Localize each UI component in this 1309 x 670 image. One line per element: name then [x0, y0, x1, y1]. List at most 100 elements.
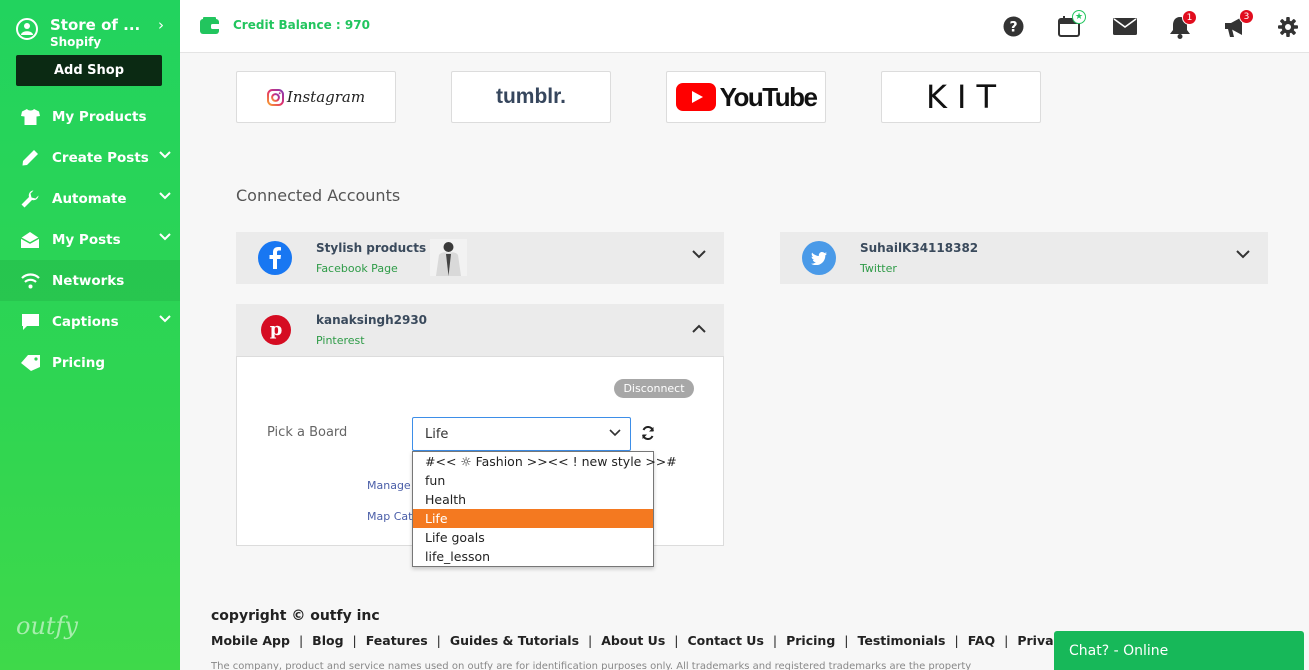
chevron-down-icon[interactable] [692, 250, 706, 259]
chevron-down-icon [159, 192, 171, 200]
footer-link-testimonials[interactable]: Testimonials [857, 633, 945, 648]
shirt-icon [20, 107, 40, 127]
sidebar-item-label: My Products [52, 108, 147, 125]
footer-link-contact[interactable]: Contact Us [687, 633, 763, 648]
footer-link-privacy[interactable]: Privacy [1017, 633, 1059, 648]
refresh-icon[interactable] [641, 426, 655, 440]
footer-link-guides[interactable]: Guides & Tutorials [450, 633, 579, 648]
store-switcher[interactable]: Store of ... Shopify › [14, 14, 174, 52]
board-option[interactable]: #<< ☼ Fashion >><< ! new style >># [413, 452, 677, 471]
tag-icon [20, 353, 40, 373]
account-facebook: Stylish products Facebook Page [236, 232, 724, 284]
pinterest-icon: p [261, 315, 291, 345]
board-options-list: #<< ☼ Fashion >><< ! new style >># fun H… [412, 451, 677, 567]
kit-wordmark: KIT [926, 78, 1006, 116]
manage-link[interactable]: Manage [367, 479, 411, 492]
sidebar-item-label: Create Posts [52, 149, 149, 166]
footer-link-blog[interactable]: Blog [312, 633, 343, 648]
facebook-icon [258, 241, 292, 275]
sidebar: Store of ... Shopify › Add Shop My Produ… [0, 0, 180, 670]
footer-separator: | [352, 633, 357, 648]
credit-balance: Credit Balance : 970 [233, 18, 370, 32]
footer-links: Mobile App | Blog | Features | Guides & Tutori… [211, 633, 1059, 648]
add-shop-button[interactable]: Add Shop [16, 55, 162, 86]
sidebar-item-create-posts[interactable]: Create Posts [0, 137, 180, 178]
top-bar: Credit Balance : 970 ? ★ 1 3 [180, 0, 1309, 53]
footer-link-faq[interactable]: FAQ [968, 633, 995, 648]
sidebar-item-networks[interactable]: Networks [0, 260, 180, 301]
chevron-up-icon[interactable] [692, 324, 706, 333]
footer-separator: | [588, 633, 593, 648]
board-option[interactable]: Health [413, 490, 653, 509]
account-pinterest: p kanaksingh2930 Pinterest [236, 304, 724, 356]
notifications-icon[interactable]: 1 [1169, 10, 1197, 43]
map-categories-link[interactable]: Map Cat [367, 510, 412, 523]
star-badge-icon: ★ [1072, 10, 1086, 24]
account-name: Stylish products [316, 241, 427, 255]
announcements-count: 3 [1239, 9, 1254, 24]
footer-link-about[interactable]: About Us [601, 633, 665, 648]
account-type: Twitter [860, 262, 897, 275]
footer-separator: | [844, 633, 849, 648]
instagram-icon [266, 88, 284, 106]
youtube-network-card[interactable]: YouTube [666, 71, 826, 123]
board-option[interactable]: life_lesson [413, 547, 653, 566]
announcements-icon[interactable]: 3 [1223, 9, 1254, 42]
board-select[interactable]: Life [412, 417, 631, 451]
sidebar-item-automate[interactable]: Automate [0, 178, 180, 219]
instagram-network-card[interactable]: Instagram [236, 71, 396, 123]
chevron-down-icon [159, 315, 171, 323]
chevron-down-icon [159, 151, 171, 159]
wrench-icon [20, 189, 40, 209]
disconnect-button[interactable]: Disconnect [614, 379, 694, 398]
tumblr-wordmark: tumblr. [495, 85, 566, 108]
tumblr-network-card[interactable]: tumblr. [451, 71, 611, 123]
sidebar-item-captions[interactable]: Captions [0, 301, 180, 342]
sidebar-nav: My Products Create Posts Automate My Pos… [0, 96, 180, 383]
sidebar-item-my-products[interactable]: My Products [0, 96, 180, 137]
footer-separator: | [1004, 633, 1009, 648]
youtube-play-icon [675, 83, 716, 111]
mail-open-icon [20, 230, 40, 250]
svg-text:?: ? [1009, 20, 1017, 36]
footer-separator: | [954, 633, 959, 648]
chevron-down-icon [609, 429, 621, 437]
user-avatar-icon [16, 18, 38, 40]
mail-icon[interactable] [1113, 18, 1137, 35]
sidebar-item-label: Pricing [52, 354, 106, 371]
store-platform: Shopify [50, 35, 102, 49]
kit-network-card[interactable]: KIT [881, 71, 1041, 123]
notifications-count: 1 [1182, 10, 1197, 25]
calendar-icon[interactable]: ★ [1058, 10, 1086, 42]
outfy-logo: outfy [16, 612, 78, 640]
footer-separator: | [436, 633, 441, 648]
sidebar-item-my-posts[interactable]: My Posts [0, 219, 180, 260]
sidebar-item-label: My Posts [52, 231, 121, 248]
footer-link-mobile-app[interactable]: Mobile App [211, 633, 290, 648]
sidebar-item-label: Automate [52, 190, 127, 207]
account-twitter: SuhailK34118382 Twitter [780, 232, 1268, 284]
gear-icon[interactable] [1278, 17, 1298, 37]
footer-copyright: copyright © outfy inc [211, 608, 380, 624]
footer-separator: | [772, 633, 778, 648]
pick-board-label: Pick a Board [267, 425, 348, 440]
footer-link-pricing[interactable]: Pricing [786, 633, 835, 648]
instagram-wordmark: Instagram [286, 88, 366, 106]
help-icon[interactable]: ? [1003, 16, 1024, 37]
footer-link-features[interactable]: Features [366, 633, 428, 648]
twitter-icon [802, 241, 836, 275]
board-option[interactable]: Life goals [413, 528, 653, 547]
board-option[interactable]: fun [413, 471, 653, 490]
chevron-down-icon [159, 233, 171, 241]
wifi-icon [20, 271, 40, 291]
chat-online-button[interactable]: Chat? - Online [1054, 631, 1304, 670]
pencil-icon [20, 148, 40, 168]
footer-disclaimer: The company, product and service names u… [211, 661, 972, 670]
account-name: kanaksingh2930 [316, 313, 428, 327]
chevron-down-icon[interactable] [1236, 250, 1250, 259]
account-name: SuhailK34118382 [860, 241, 979, 255]
board-option-selected[interactable]: Life [413, 509, 653, 528]
footer-separator: | [298, 633, 304, 648]
sidebar-item-pricing[interactable]: Pricing [0, 342, 180, 383]
sidebar-item-label: Captions [52, 313, 119, 330]
